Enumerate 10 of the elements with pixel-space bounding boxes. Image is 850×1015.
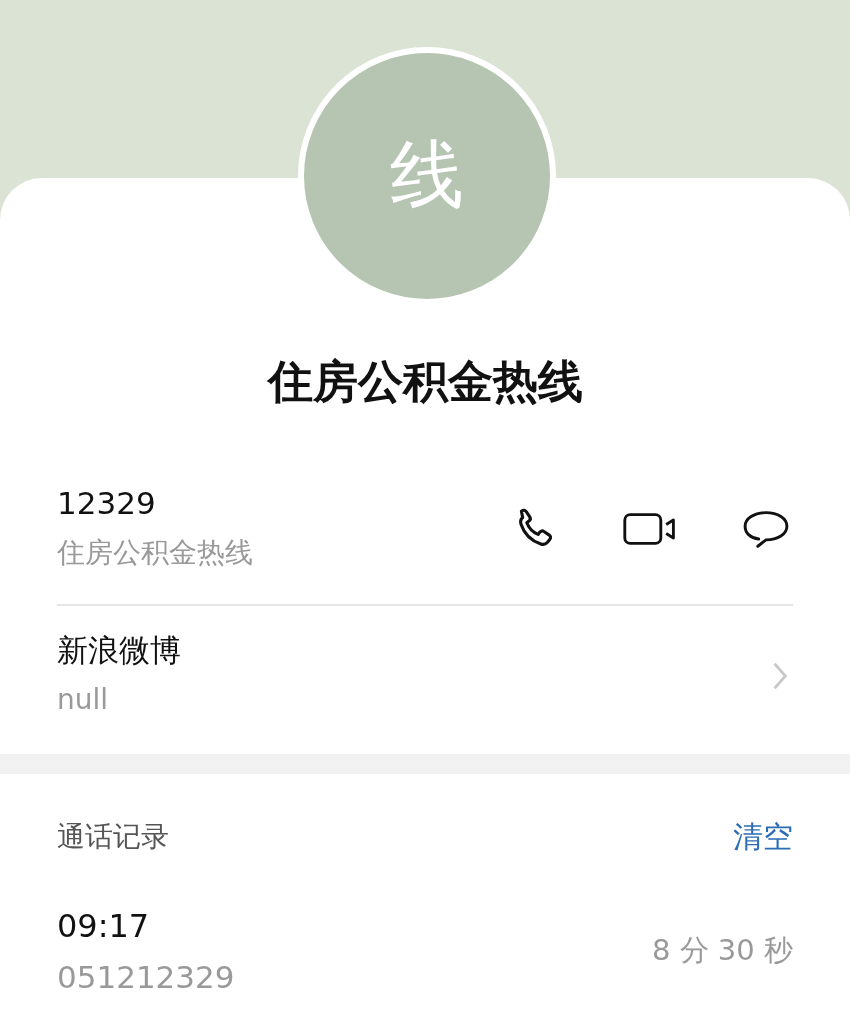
entry-label: 住房公积金热线 (57, 535, 253, 571)
call-number: 051212329 (57, 958, 235, 997)
contact-name: 住房公积金热线 (266, 354, 584, 410)
clear-button[interactable]: 清空 (733, 816, 793, 858)
section-title: 通话记录 (57, 819, 169, 855)
account-name: 新浪微博 (57, 631, 181, 670)
call-time: 09:17 (57, 906, 151, 947)
call-duration: 8 分 30 秒 (652, 932, 793, 969)
entry-label: null (57, 682, 110, 718)
phone-number: 12329 (57, 484, 157, 523)
